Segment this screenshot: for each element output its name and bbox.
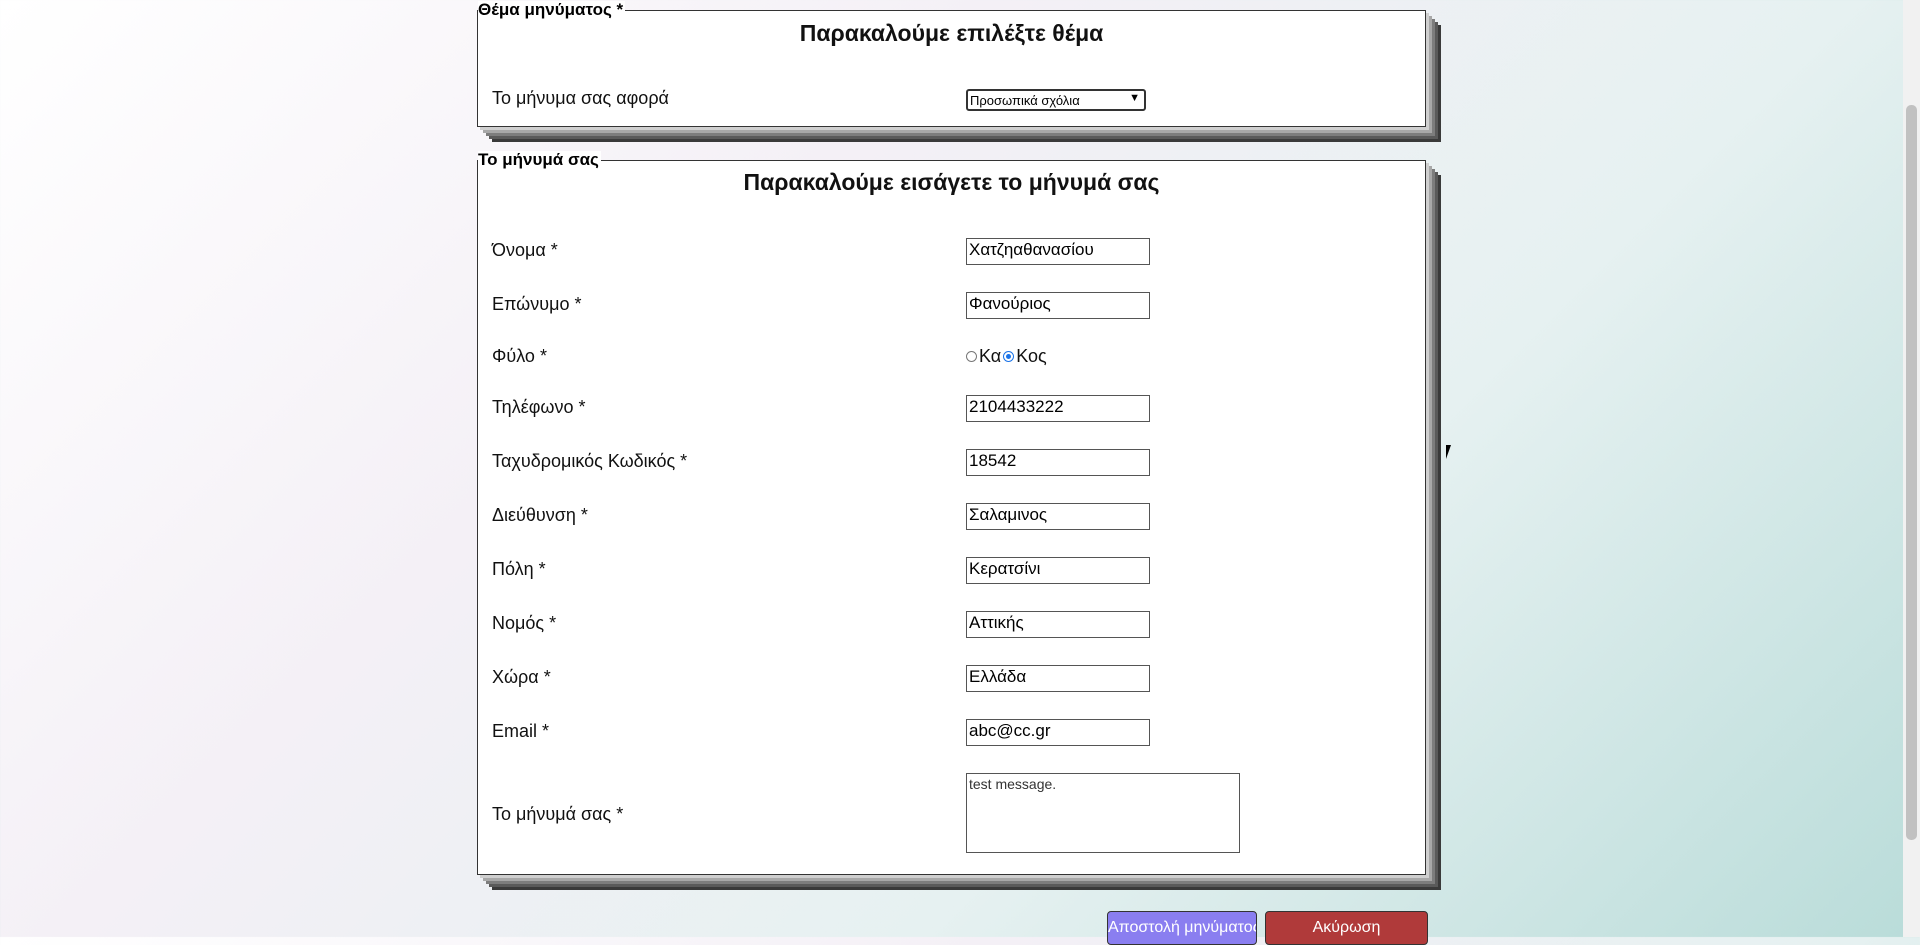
email-label: Email * bbox=[492, 721, 550, 741]
message-fieldset: Το μήνυμά σας Παρακαλούμε εισάγετε το μή… bbox=[477, 151, 1426, 875]
address-label: Διεύθυνση * bbox=[492, 505, 588, 525]
country-label: Χώρα * bbox=[492, 667, 551, 687]
first-name-input[interactable]: Χατζηαθανασίου bbox=[966, 238, 1150, 265]
phone-input[interactable]: 2104433222 bbox=[966, 395, 1150, 422]
gender-radio-group: Κα Κος bbox=[966, 346, 1047, 367]
subject-title: Παρακαλούμε επιλέξτε θέμα bbox=[799, 20, 1104, 46]
phone-label: Τηλέφωνο * bbox=[492, 397, 586, 417]
message-textarea[interactable]: test message. bbox=[966, 773, 1240, 853]
message-label: Το μήνυμά σας * bbox=[492, 804, 624, 824]
city-input[interactable]: Κερατσίνι bbox=[966, 557, 1150, 584]
gender-option-male: Κος bbox=[1016, 346, 1047, 366]
page-scrollbar[interactable] bbox=[1903, 0, 1920, 937]
scrollbar-thumb[interactable] bbox=[1906, 105, 1917, 840]
message-legend: Το μήνυμά σας bbox=[478, 150, 601, 169]
gender-label: Φύλο * bbox=[492, 346, 547, 366]
subject-select-value: Προσωπικά σχόλια bbox=[970, 93, 1080, 108]
last-name-input[interactable]: Φανούριος bbox=[966, 292, 1150, 319]
chevron-down-icon: ▼ bbox=[1129, 92, 1140, 104]
first-name-label: Όνομα * bbox=[492, 240, 558, 260]
country-input[interactable]: Ελλάδα bbox=[966, 665, 1150, 692]
gender-radio-male[interactable] bbox=[1003, 351, 1015, 362]
message-title: Παρακαλούμε εισάγετε το μήνυμά σας bbox=[743, 169, 1160, 195]
postal-code-input[interactable]: 18542 bbox=[966, 449, 1150, 476]
last-name-label: Επώνυμο * bbox=[492, 294, 582, 314]
gender-radio-female[interactable] bbox=[966, 351, 977, 362]
subject-legend: Θέμα μηνύματος * bbox=[478, 0, 626, 19]
subject-fieldset: Θέμα μηνύματος * Παρακαλούμε επιλέξτε θέ… bbox=[477, 1, 1426, 127]
city-label: Πόλη * bbox=[492, 559, 546, 579]
email-input[interactable]: abc@cc.gr bbox=[966, 719, 1150, 746]
subject-label: Το μήνυμα σας αφορά bbox=[492, 88, 669, 108]
send-message-button[interactable]: Αποστολή μηνύματος bbox=[1107, 911, 1257, 945]
mouse-cursor-icon bbox=[1446, 445, 1456, 459]
subject-select[interactable]: Προσωπικά σχόλια ▼ bbox=[966, 89, 1146, 111]
gender-option-female: Κα bbox=[979, 346, 1002, 366]
address-input[interactable]: Σαλαμινος bbox=[966, 503, 1150, 530]
prefecture-label: Νομός * bbox=[492, 613, 557, 633]
postal-code-label: Ταχυδρομικός Κωδικός * bbox=[492, 451, 688, 471]
prefecture-input[interactable]: Αττικής bbox=[966, 611, 1150, 638]
cancel-button[interactable]: Ακύρωση bbox=[1265, 911, 1428, 945]
